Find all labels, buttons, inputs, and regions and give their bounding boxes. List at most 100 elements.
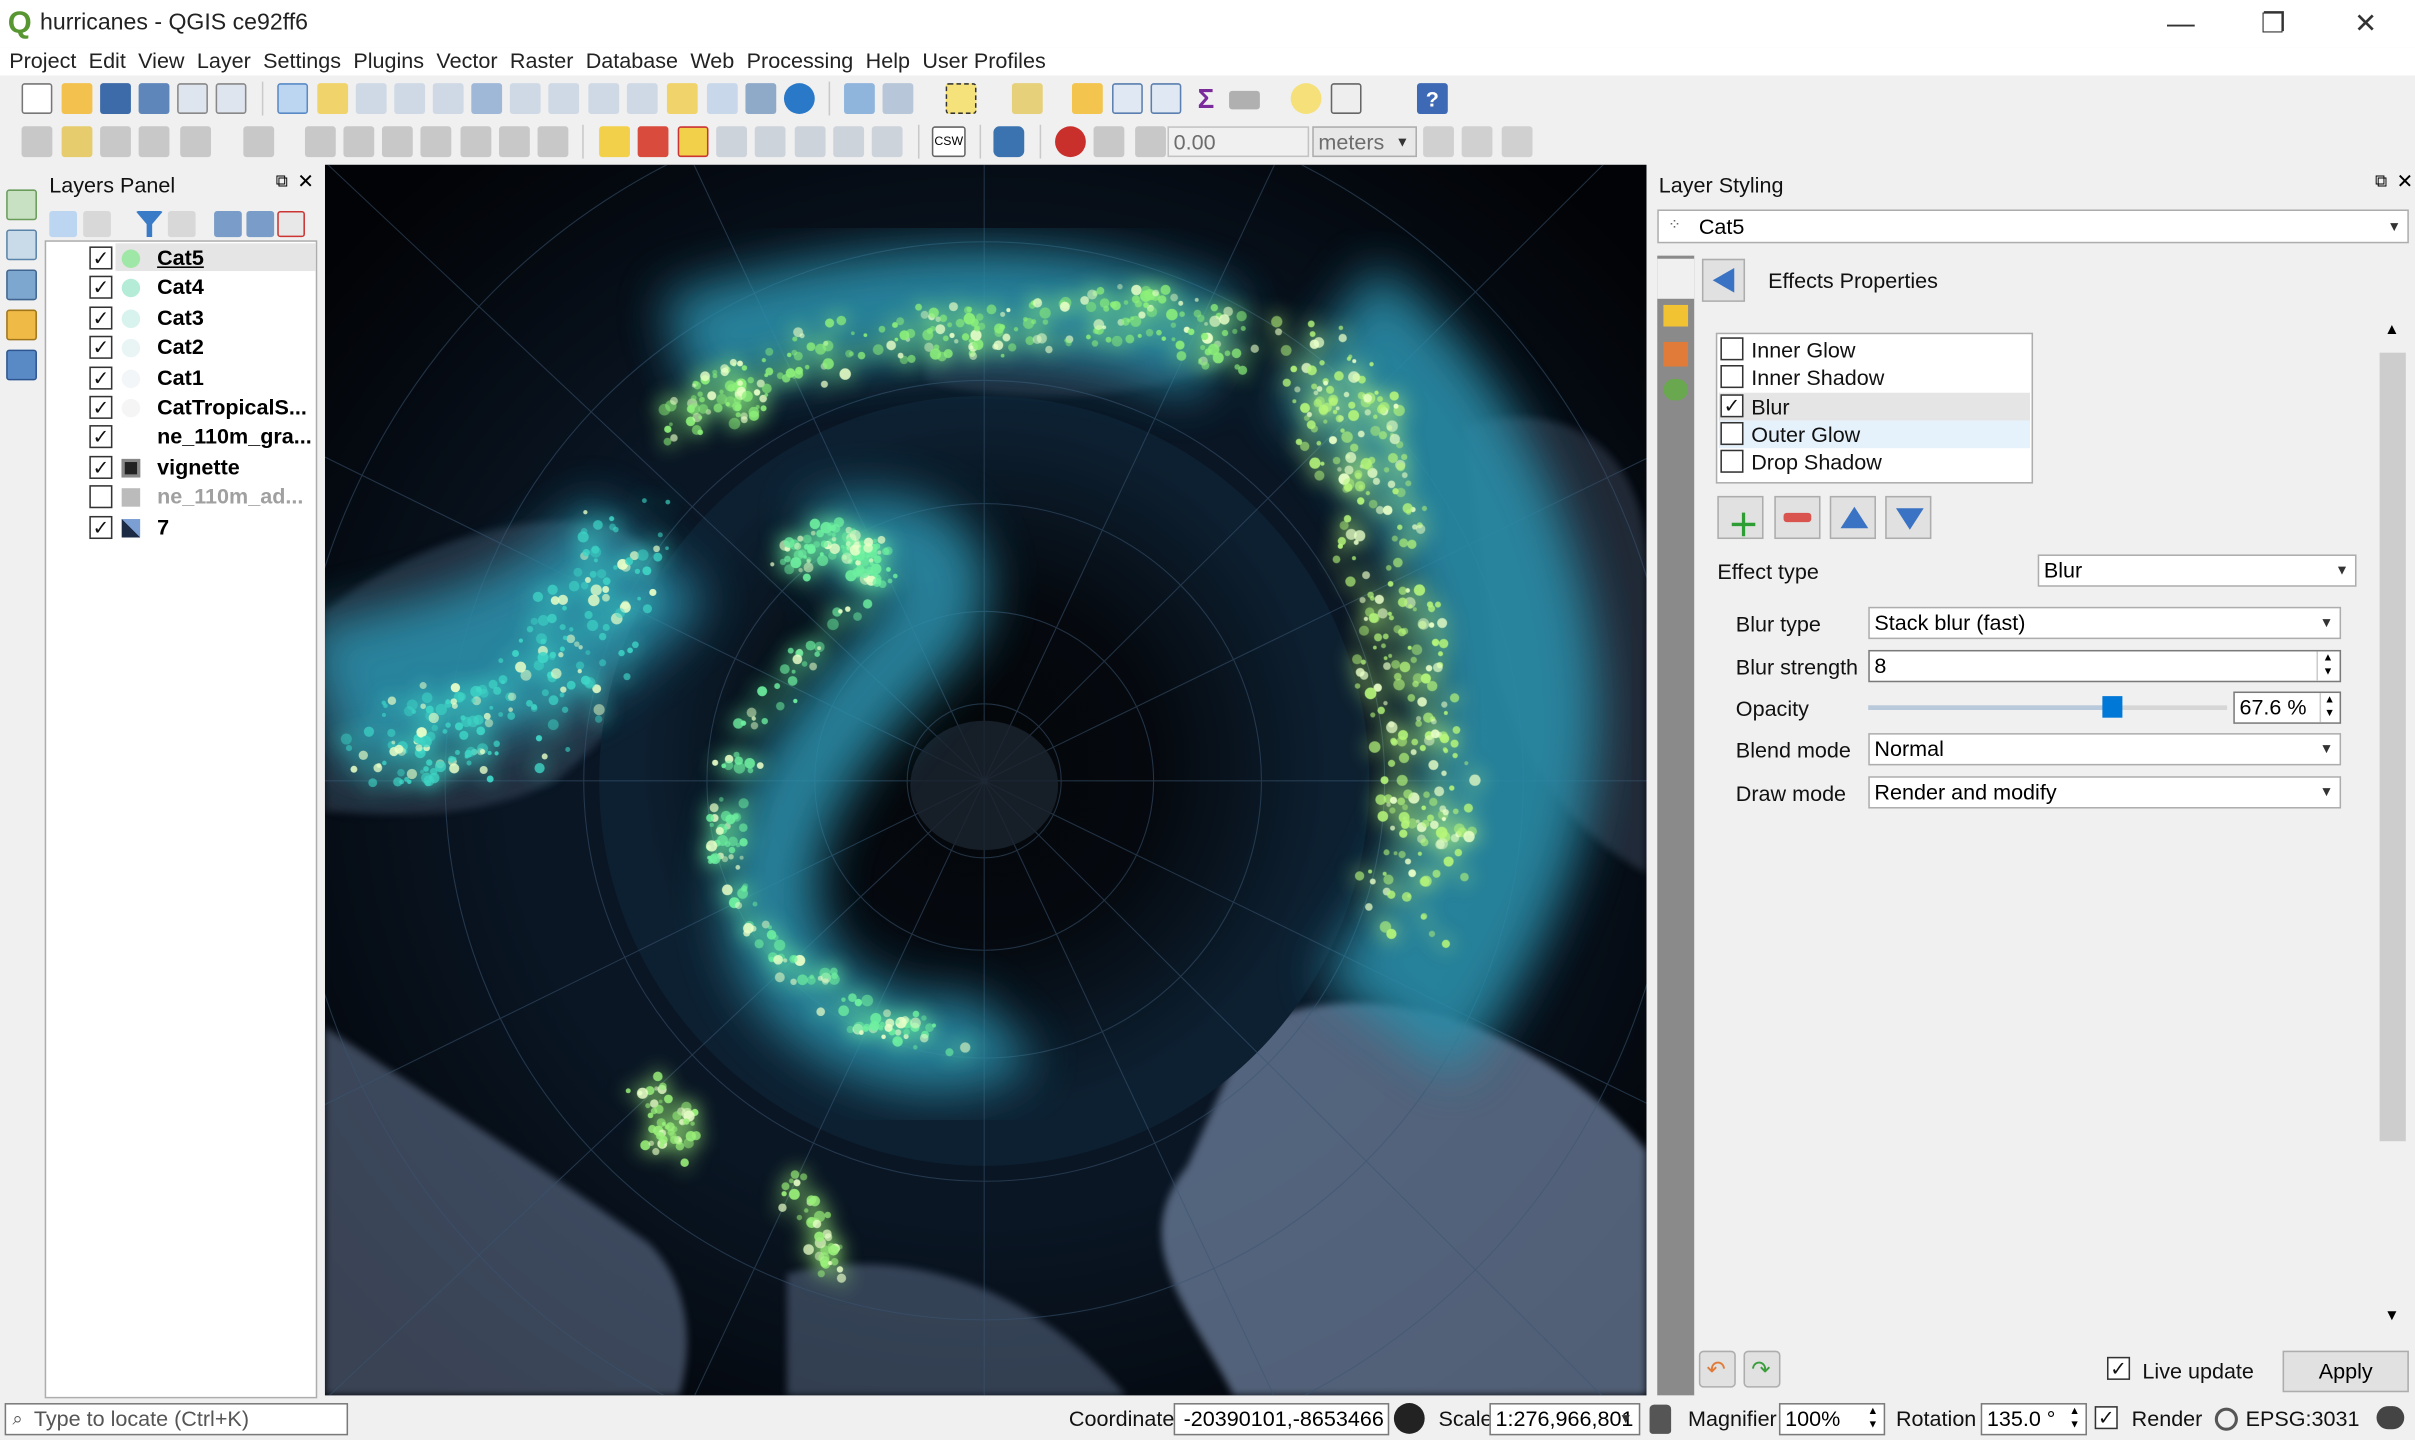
coordinate-input[interactable]: -20390101,-8653466: [1173, 1403, 1390, 1436]
minimize-button[interactable]: —: [2150, 6, 2212, 40]
cut-features-icon[interactable]: [381, 126, 413, 158]
layer-visibility-checkbox[interactable]: ✓: [89, 425, 113, 449]
opacity-slider-track[interactable]: [1868, 696, 2228, 718]
diagrams-tab-icon[interactable]: [1663, 341, 1689, 367]
menu-processing[interactable]: Processing: [742, 48, 858, 76]
history-tab-icon[interactable]: [1663, 378, 1689, 401]
menu-database[interactable]: Database: [581, 48, 683, 76]
filter-expression-icon[interactable]: [167, 210, 196, 238]
map-canvas[interactable]: [324, 164, 1647, 1396]
layer-visibility-checkbox[interactable]: ✓: [89, 515, 113, 539]
effect-label[interactable]: Outer Glow: [1751, 422, 1860, 447]
coordinate-toggle-icon[interactable]: [1393, 1403, 1425, 1434]
add-wms-layer-icon[interactable]: [6, 269, 37, 301]
draw-mode-select[interactable]: Render and modify ▼: [1868, 776, 2342, 809]
effect-label[interactable]: Blur: [1751, 394, 1789, 419]
back-button[interactable]: [1701, 258, 1746, 302]
zoom-out-icon[interactable]: [394, 83, 426, 114]
label-pin-icon[interactable]: [677, 126, 709, 158]
restore-button[interactable]: ❐: [2243, 6, 2305, 40]
add-postgis-icon[interactable]: [6, 349, 37, 381]
menu-edit[interactable]: Edit: [84, 48, 130, 76]
effect-label[interactable]: Inner Glow: [1751, 337, 1855, 362]
csw-icon[interactable]: CSW: [931, 126, 966, 158]
add-vector-layer-icon[interactable]: [6, 189, 37, 221]
snapping-type-icon[interactable]: [1135, 126, 1166, 158]
blur-type-select[interactable]: Stack blur (fast) ▼: [1868, 606, 2342, 640]
locator-search-input[interactable]: ⌕ Type to locate (Ctrl+K): [4, 1403, 349, 1436]
vertex-tool-icon[interactable]: [243, 126, 275, 158]
scroll-down-icon[interactable]: ▼: [2384, 1308, 2399, 1325]
effect-label[interactable]: Inner Shadow: [1751, 365, 1884, 390]
styling-scrollbar[interactable]: ▲ ▼: [2378, 318, 2406, 1336]
snap-units-select[interactable]: meters ▼: [1312, 126, 1417, 158]
text-annotation-icon[interactable]: [1330, 83, 1362, 114]
statistics-icon[interactable]: Σ: [1191, 83, 1222, 114]
close-button[interactable]: ✕: [2335, 6, 2397, 40]
opacity-spinner-icon[interactable]: ▲ ▼: [2319, 693, 2338, 723]
current-edits-icon[interactable]: [21, 126, 53, 158]
menu-settings[interactable]: Settings: [258, 48, 345, 76]
blur-strength-input[interactable]: 8 ▲ ▼: [1868, 649, 2342, 683]
add-raster-layer-icon[interactable]: [6, 229, 37, 261]
save-as-icon[interactable]: [138, 83, 170, 114]
menu-project[interactable]: Project: [5, 48, 81, 76]
layer-name-label[interactable]: 7: [157, 514, 169, 539]
rotation-input[interactable]: 135.0 ° ▲ ▼: [1980, 1403, 2087, 1436]
deselect-icon[interactable]: [1071, 83, 1103, 114]
modify-attributes-icon[interactable]: [304, 126, 336, 158]
digitize-shape-icon[interactable]: [180, 126, 212, 158]
select-features-icon[interactable]: [945, 83, 977, 114]
crs-label[interactable]: EPSG:3031: [2246, 1406, 2360, 1431]
topological-editing-icon[interactable]: [1423, 126, 1454, 158]
menu-layer[interactable]: Layer: [192, 48, 255, 76]
label-highlight-icon[interactable]: [637, 126, 669, 158]
refresh-icon[interactable]: [783, 83, 815, 114]
menu-view[interactable]: View: [134, 48, 190, 76]
snapping-magnet-icon[interactable]: [1055, 126, 1086, 158]
zoom-in-icon[interactable]: [355, 83, 387, 114]
move-effect-down-button[interactable]: [1885, 495, 1932, 540]
layer-selector[interactable]: ⁘ Cat5 ▼: [1657, 209, 2409, 244]
labels-tab-icon[interactable]: [1663, 304, 1689, 327]
label-rotate-icon[interactable]: [794, 126, 826, 158]
expand-all-icon[interactable]: [214, 210, 242, 238]
blur-strength-spinner-icon[interactable]: ▲ ▼: [2316, 651, 2338, 681]
magnifier-input[interactable]: 100% ▲ ▼: [1778, 1403, 1886, 1436]
zoom-full-icon[interactable]: [471, 83, 503, 114]
measure-icon[interactable]: [1229, 90, 1260, 110]
layer-visibility-checkbox[interactable]: ✓: [89, 365, 113, 390]
layer-visibility-checkbox[interactable]: ✓: [89, 455, 113, 479]
effect-checkbox[interactable]: [1720, 337, 1744, 361]
toggle-editing-icon[interactable]: [61, 126, 93, 158]
zoom-next-icon[interactable]: [626, 83, 658, 114]
pan-map-icon[interactable]: [277, 83, 309, 114]
select-by-value-icon[interactable]: [1011, 83, 1043, 114]
effect-checkbox[interactable]: [1720, 365, 1744, 389]
live-update-checkbox[interactable]: ✓: [2106, 1356, 2131, 1380]
close-styling-panel-icon[interactable]: ✕: [2397, 169, 2414, 194]
filter-legend-icon[interactable]: [135, 210, 164, 238]
layer-name-label[interactable]: CatTropicalS...: [157, 394, 307, 419]
undo-icon[interactable]: [499, 126, 530, 158]
new-map-view-icon[interactable]: [666, 83, 698, 114]
layer-name-label[interactable]: Cat5: [157, 245, 204, 270]
add-group-icon[interactable]: [83, 210, 111, 238]
layer-visibility-checkbox[interactable]: ✓: [89, 395, 113, 419]
layout-manager-icon[interactable]: [215, 83, 247, 114]
zoom-to-layer-icon[interactable]: [548, 83, 580, 114]
redo-icon[interactable]: [537, 126, 569, 158]
remove-effect-button[interactable]: [1774, 495, 1821, 540]
layer-name-label[interactable]: vignette: [157, 454, 240, 479]
save-project-icon[interactable]: [100, 83, 131, 114]
snapping-mode-icon[interactable]: [1093, 126, 1125, 158]
label-toolbar-icon[interactable]: [599, 126, 630, 158]
menu-help[interactable]: Help: [861, 48, 915, 76]
scale-select[interactable]: 1:276,966,801 ▼: [1489, 1403, 1641, 1436]
menu-raster[interactable]: Raster: [505, 48, 578, 76]
effect-checkbox[interactable]: [1720, 421, 1744, 445]
new-3d-view-icon[interactable]: [706, 83, 738, 114]
messages-icon[interactable]: [2376, 1406, 2405, 1430]
remove-layer-icon[interactable]: [277, 210, 305, 238]
zoom-to-selection-icon[interactable]: [509, 83, 541, 114]
